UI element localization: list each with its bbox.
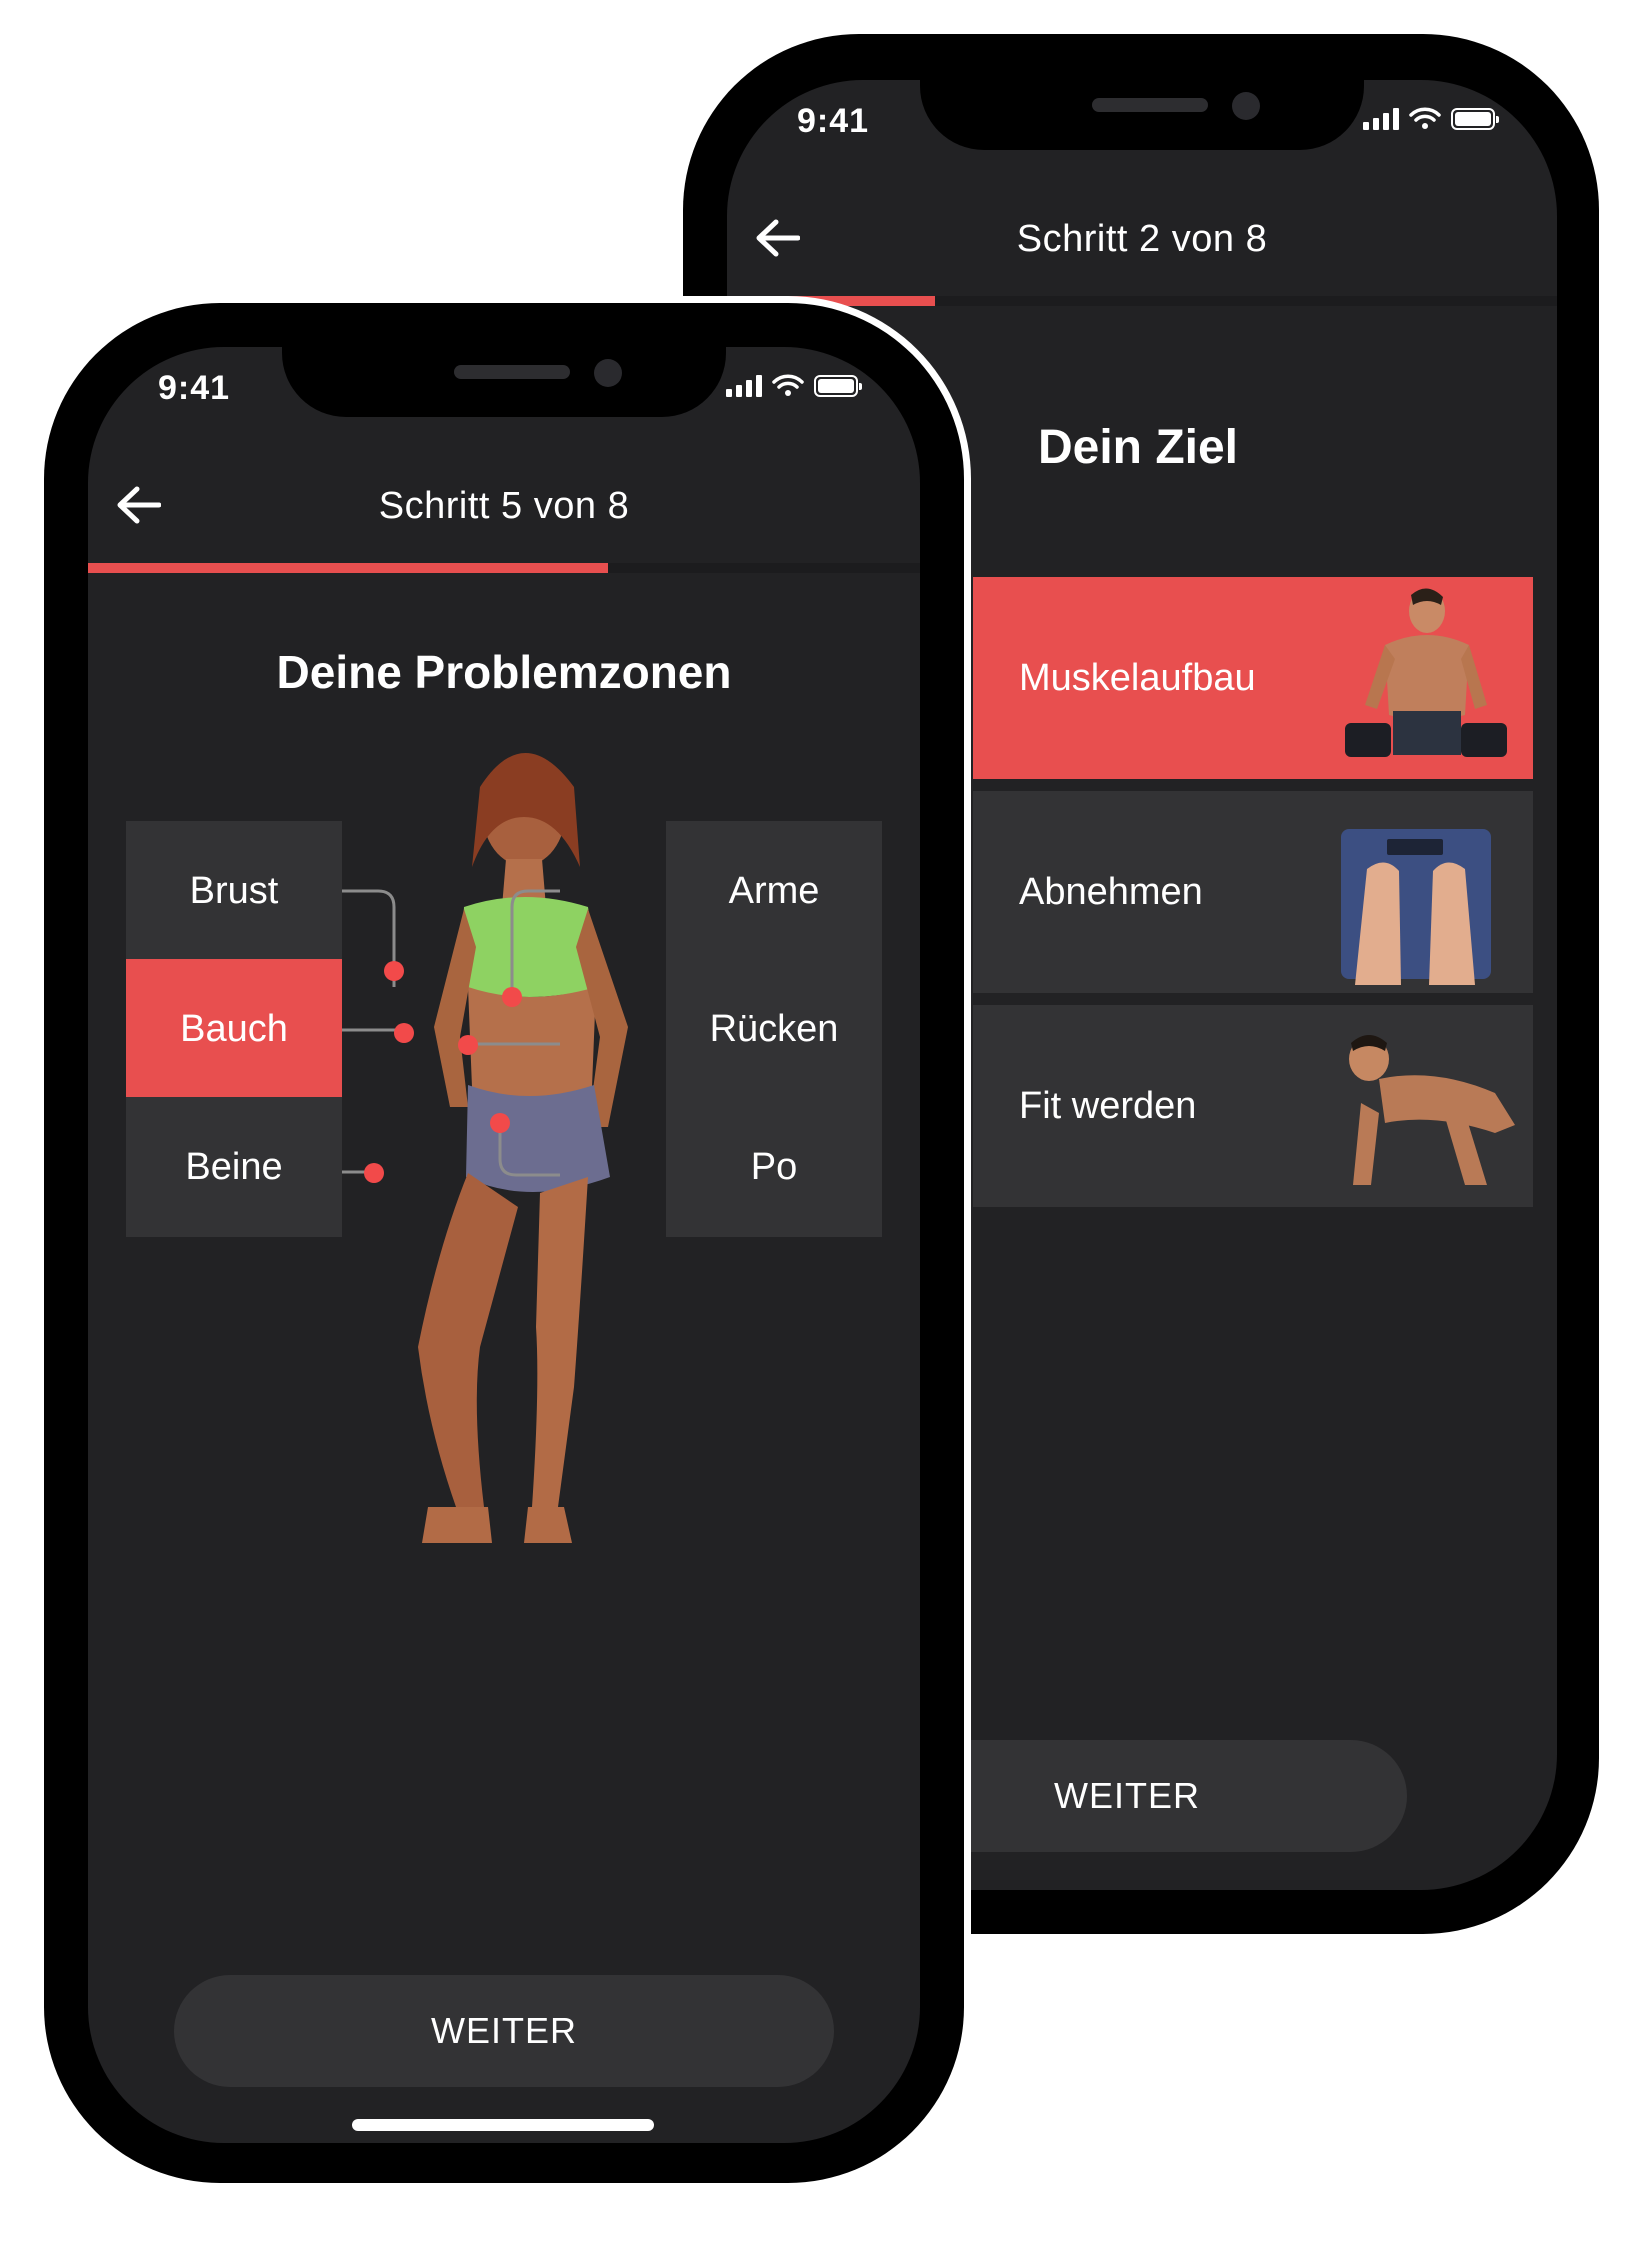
marker-arme	[502, 987, 522, 1007]
status-icons	[1363, 106, 1499, 130]
marker-beine	[364, 1163, 384, 1183]
zone-po[interactable]: Po	[666, 1097, 882, 1237]
notch	[920, 80, 1364, 150]
zone-brust[interactable]: Brust	[126, 821, 342, 961]
weiter-label: WEITER	[431, 2010, 577, 2051]
feet-on-scale-image	[1341, 829, 1491, 985]
goal-option-muskelaufbau[interactable]: Muskelaufbau	[973, 577, 1533, 779]
screen-problemzonen: 9:41 Schritt 5 von 8 Deine Problemzonen	[88, 347, 920, 2143]
marker-bauch	[394, 1023, 414, 1043]
woman-body-illustration	[418, 753, 628, 1543]
zone-label: Po	[750, 1145, 798, 1188]
goal-label: Fit werden	[1019, 1084, 1197, 1127]
marker-ruecken	[458, 1035, 478, 1055]
phone-front: 9:41 Schritt 5 von 8 Deine Problemzonen	[44, 303, 964, 2183]
status-time: 9:41	[797, 102, 870, 140]
camera	[1232, 92, 1260, 120]
zone-label: Rücken	[709, 1007, 839, 1050]
zone-label: Bauch	[180, 1007, 288, 1050]
zone-arme[interactable]: Arme	[666, 821, 882, 961]
nav-title: Schritt 2 von 8	[1016, 218, 1268, 260]
progress-bar	[727, 296, 1557, 306]
goal-label: Abnehmen	[1019, 870, 1203, 913]
marker-po	[490, 1113, 510, 1133]
weiter-label: WEITER	[1054, 1775, 1200, 1816]
zone-ruecken[interactable]: Rücken	[666, 959, 882, 1099]
home-indicator	[352, 2119, 654, 2131]
zone-label: Beine	[185, 1145, 283, 1188]
zone-beine[interactable]: Beine	[126, 1097, 342, 1237]
goal-option-fit-werden[interactable]: Fit werden	[973, 1005, 1533, 1207]
zone-label: Arme	[728, 869, 820, 912]
marker-brust	[384, 961, 404, 981]
man-pushup-image	[1349, 1035, 1515, 1185]
weiter-button[interactable]: WEITER	[174, 1975, 834, 2087]
signal-icon	[1363, 106, 1399, 130]
speaker	[1092, 98, 1208, 112]
nav-bar: Schritt 2 von 8	[727, 186, 1557, 296]
zone-label: Brust	[189, 869, 279, 912]
muscle-man-dumbbells-image	[1345, 588, 1507, 757]
battery-icon	[1451, 108, 1499, 130]
wifi-icon	[1409, 107, 1441, 129]
body-diagram	[320, 753, 628, 1543]
goal-option-abnehmen[interactable]: Abnehmen	[973, 791, 1533, 993]
goal-label: Muskelaufbau	[1019, 656, 1256, 699]
zone-bauch[interactable]: Bauch	[126, 959, 342, 1099]
